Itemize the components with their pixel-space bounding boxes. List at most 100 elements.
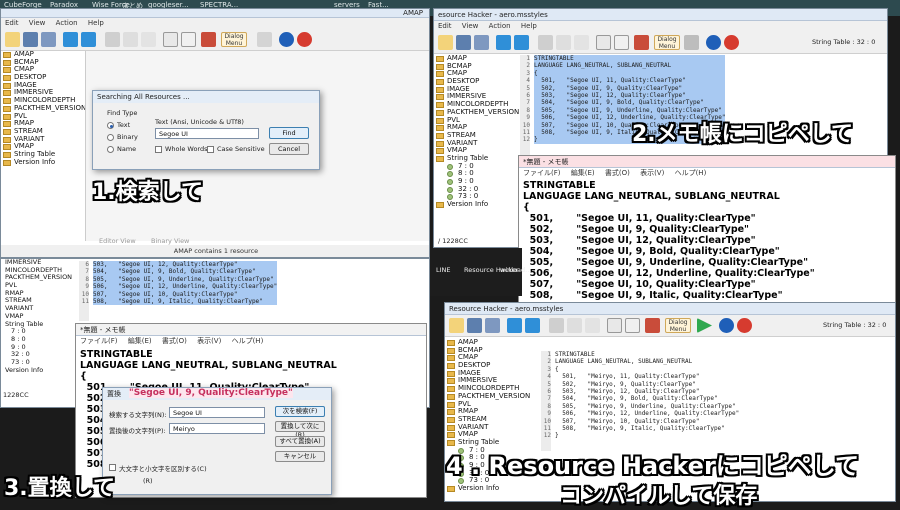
- copy-icon[interactable]: [567, 318, 582, 333]
- radio-text[interactable]: [107, 122, 114, 129]
- cut-icon[interactable]: [549, 318, 564, 333]
- find-icon[interactable]: [607, 318, 622, 333]
- menu-view[interactable]: 表示(V): [640, 169, 664, 177]
- save-icon[interactable]: [467, 318, 482, 333]
- find-button[interactable]: Find: [269, 127, 309, 139]
- menu-view[interactable]: View: [462, 22, 479, 30]
- compile-play-icon[interactable]: [697, 318, 712, 333]
- tree-item[interactable]: 8 : 0: [436, 169, 518, 178]
- copy-icon[interactable]: [123, 32, 138, 47]
- menu-view[interactable]: View: [29, 19, 46, 27]
- menu-action[interactable]: Action: [56, 19, 78, 27]
- tree-item[interactable]: Version Info: [436, 200, 518, 209]
- tab-editor-view[interactable]: Editor View: [99, 237, 136, 245]
- menu-action[interactable]: Action: [489, 22, 511, 30]
- paste-icon[interactable]: [585, 318, 600, 333]
- forward-arrow-icon[interactable]: [514, 35, 529, 50]
- find-input[interactable]: Segoe UI: [169, 407, 265, 418]
- line-number: 11: [543, 424, 551, 432]
- radio-binary[interactable]: [107, 134, 114, 141]
- power-icon[interactable]: [724, 35, 739, 50]
- open-icon[interactable]: [449, 318, 464, 333]
- info-icon[interactable]: [706, 35, 721, 50]
- save-as-icon[interactable]: [474, 35, 489, 50]
- menu-file[interactable]: ファイル(F): [523, 169, 561, 177]
- open-icon[interactable]: [5, 32, 20, 47]
- notepad-text-area[interactable]: STRINGTABLE LANGUAGE LANG_NEUTRAL, SUBLA…: [523, 180, 815, 301]
- open-icon[interactable]: [438, 35, 453, 50]
- info-icon[interactable]: [719, 318, 734, 333]
- forward-arrow-icon[interactable]: [81, 32, 96, 47]
- back-arrow-icon[interactable]: [496, 35, 511, 50]
- menu-file[interactable]: ファイル(F): [80, 337, 118, 345]
- taskbar-item-winload[interactable]: winload...: [500, 266, 531, 274]
- dialog-menu-button[interactable]: Dialog Menu: [665, 318, 691, 333]
- compile-icon[interactable]: [684, 35, 699, 50]
- menu-edit[interactable]: 編集(E): [571, 169, 595, 177]
- replace-input[interactable]: Meiryo: [169, 423, 265, 434]
- cut-icon[interactable]: [105, 32, 120, 47]
- window-titlebar[interactable]: *無題 - メモ帳: [519, 156, 895, 168]
- save-icon[interactable]: [456, 35, 471, 50]
- menu-help[interactable]: Help: [521, 22, 537, 30]
- tree-item[interactable]: Version Info: [447, 484, 539, 493]
- cancel-button[interactable]: キャンセル: [275, 451, 325, 462]
- add-resource-icon[interactable]: [201, 32, 216, 47]
- replace-next-button[interactable]: 置換して次に(R): [275, 421, 325, 439]
- text-line: {: [80, 371, 87, 382]
- tree-item[interactable]: String Table: [436, 154, 518, 163]
- menu-edit[interactable]: Edit: [438, 22, 452, 30]
- tree-item[interactable]: Version Info: [3, 158, 83, 167]
- forward-arrow-icon[interactable]: [525, 318, 540, 333]
- add-resource-icon[interactable]: [634, 35, 649, 50]
- find-icon[interactable]: [163, 32, 178, 47]
- power-icon[interactable]: [297, 32, 312, 47]
- menu-help[interactable]: ヘルプ(H): [232, 337, 264, 345]
- taskbar-item-line[interactable]: LINE: [436, 266, 451, 274]
- radio-name[interactable]: [107, 146, 114, 153]
- info-icon[interactable]: [279, 32, 294, 47]
- case-sensitive-checkbox[interactable]: [207, 146, 214, 153]
- back-arrow-icon[interactable]: [507, 318, 522, 333]
- menu-view[interactable]: 表示(V): [197, 337, 221, 345]
- save-icon[interactable]: [23, 32, 38, 47]
- toolbar: Dialog Menu String Table : 32 : 0: [434, 32, 887, 54]
- script-editor[interactable]: 1 2 3 4 5 6 7 8 9 10 11 12 STRINGTABLE L…: [541, 351, 895, 451]
- tab-binary-view[interactable]: Binary View: [151, 237, 189, 245]
- find-next-icon[interactable]: [614, 35, 629, 50]
- menu-edit[interactable]: 編集(E): [128, 337, 152, 345]
- find-icon[interactable]: [596, 35, 611, 50]
- copy-icon[interactable]: [556, 35, 571, 50]
- add-resource-icon[interactable]: [645, 318, 660, 333]
- window-titlebar[interactable]: esource Hacker - aero.msstyles: [434, 9, 887, 21]
- window-titlebar[interactable]: AMAP: [1, 9, 429, 18]
- tree-item[interactable]: Version Info: [3, 366, 77, 375]
- menu-help[interactable]: Help: [88, 19, 104, 27]
- compile-icon[interactable]: [257, 32, 272, 47]
- dialog-menu-button[interactable]: Dialog Menu: [654, 35, 680, 50]
- search-text-input[interactable]: Segoe UI: [155, 128, 259, 139]
- window-titlebar[interactable]: *無題 - メモ帳: [76, 324, 426, 336]
- menu-help[interactable]: ヘルプ(H): [675, 169, 707, 177]
- whole-words-checkbox[interactable]: [155, 146, 162, 153]
- menu-format[interactable]: 書式(O): [605, 169, 630, 177]
- script-editor[interactable]: 6 7 8 9 10 11 503, "Segoe UI, 12, Qualit…: [79, 261, 429, 321]
- menu-format[interactable]: 書式(O): [162, 337, 187, 345]
- code-line: 505, "Segoe UI, 9, Underline, Quality:Cl…: [93, 275, 278, 284]
- menu-edit[interactable]: Edit: [5, 19, 19, 27]
- tree-item[interactable]: 7 : 0: [436, 162, 518, 171]
- save-as-icon[interactable]: [485, 318, 500, 333]
- find-next-icon[interactable]: [625, 318, 640, 333]
- window-titlebar[interactable]: Resource Hacker - aero.msstyles: [445, 303, 895, 315]
- cancel-button[interactable]: Cancel: [269, 143, 309, 155]
- find-next-button[interactable]: 次を検索(F): [275, 406, 325, 417]
- save-as-icon[interactable]: [41, 32, 56, 47]
- dialog-menu-button[interactable]: Dialog Menu: [221, 32, 247, 47]
- paste-icon[interactable]: [574, 35, 589, 50]
- power-icon[interactable]: [737, 318, 752, 333]
- paste-icon[interactable]: [141, 32, 156, 47]
- find-next-icon[interactable]: [181, 32, 196, 47]
- cut-icon[interactable]: [538, 35, 553, 50]
- back-arrow-icon[interactable]: [63, 32, 78, 47]
- replace-all-button[interactable]: すべて置換(A): [275, 436, 325, 447]
